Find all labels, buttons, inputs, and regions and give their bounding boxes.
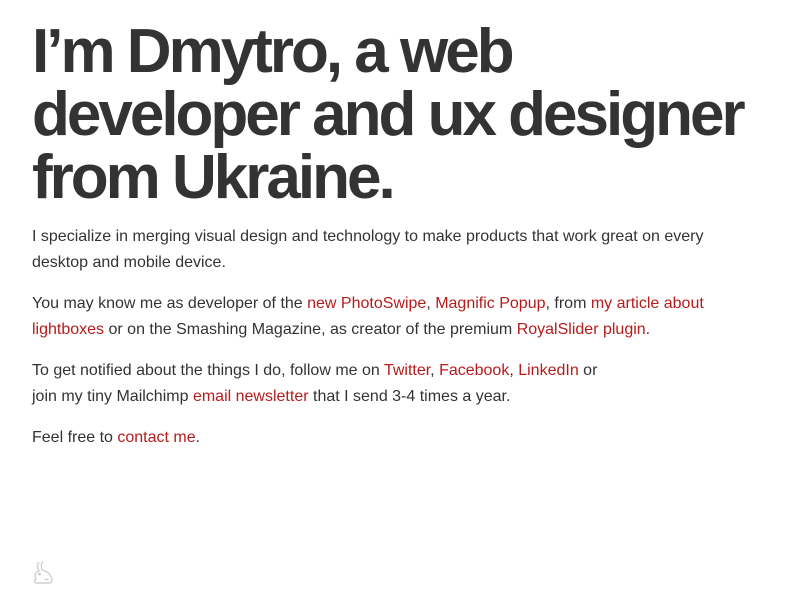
text-fragment: . [195, 429, 201, 446]
text-fragment: or [578, 362, 598, 379]
text-fragment: . [645, 321, 651, 338]
intro-paragraph-contact: Feel free to contact me. [32, 425, 762, 451]
magnific-popup-link[interactable]: Magnific Popup [435, 295, 545, 312]
twitter-link[interactable]: Twitter [384, 362, 430, 379]
facebook-link[interactable]: Facebook [439, 362, 509, 379]
page-content: I’m Dmytro, a web developer and ux desig… [32, 20, 762, 466]
contact-me-link[interactable]: contact me [117, 429, 195, 446]
text-fragment: You may know me as developer of the [32, 295, 308, 312]
text-fragment: , [509, 362, 519, 379]
headline-line-3: from Ukraine. [32, 143, 396, 212]
rabbit-icon[interactable] [30, 560, 56, 586]
intro-section: I specialize in merging visual design an… [32, 224, 762, 451]
royalslider-link[interactable]: RoyalSlider plugin [517, 321, 646, 338]
linkedin-link[interactable]: LinkedIn [518, 362, 579, 379]
text-fragment: , from [545, 295, 591, 312]
text-fragment: Feel free to [32, 429, 118, 446]
intro-paragraph-specialize: I specialize in merging visual design an… [32, 228, 704, 271]
text-fragment: join my tiny Mailchimp [32, 388, 193, 405]
photoswipe-link[interactable]: new PhotoSwipe [307, 295, 426, 312]
text-fragment: To get notified about the things I do, f… [32, 362, 384, 379]
text-fragment: that I send 3-4 times a year. [308, 388, 511, 405]
text-fragment: , [426, 295, 436, 312]
text-fragment: or on the Smashing Magazine, as creator … [104, 321, 517, 338]
intro-paragraph-projects: You may know me as developer of the new … [32, 291, 762, 343]
page-title: I’m Dmytro, a web developer and ux desig… [32, 20, 762, 209]
text-fragment: , [430, 362, 440, 379]
headline-line-1: I’m Dmytro, a web [32, 17, 515, 86]
headline-line-2: developer and ux designer [32, 80, 746, 149]
intro-paragraph-social: To get notified about the things I do, f… [32, 358, 762, 410]
email-newsletter-link[interactable]: email newsletter [193, 388, 309, 405]
